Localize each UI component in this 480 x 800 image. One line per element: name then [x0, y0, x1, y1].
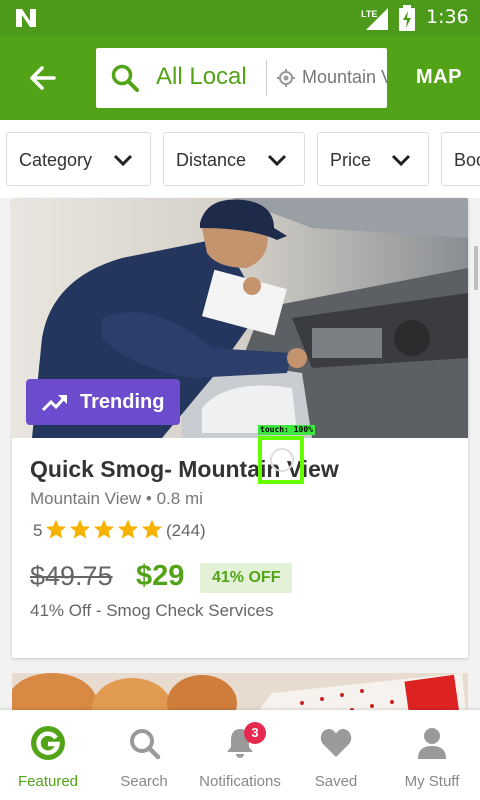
nav-my-stuff[interactable]: My Stuff [384, 710, 480, 800]
deal-description: 41% Off - Smog Check Services [30, 601, 274, 620]
rating-count: (244) [166, 521, 206, 540]
rating-value: 5 [33, 521, 43, 540]
filter-bar: Category Distance Price Boo [0, 120, 480, 198]
nav-search[interactable]: Search [96, 710, 192, 800]
nav-label: Notifications [199, 773, 281, 790]
filter-label: Boo [454, 150, 480, 170]
location-target-icon [277, 69, 295, 87]
bottom-nav: Featured Search 3 Notifications Saved My… [0, 710, 480, 800]
star-rating-icon [46, 519, 162, 539]
heart-icon [320, 729, 352, 757]
chevron-down-icon [113, 154, 133, 167]
battery-charging-icon [399, 5, 415, 31]
chevron-down-icon [267, 154, 287, 167]
android-n-icon [16, 9, 36, 27]
back-arrow-icon[interactable] [24, 60, 60, 96]
touch-indicator [258, 436, 304, 484]
search-bar[interactable]: All Local Mountain View [96, 48, 387, 108]
location-input[interactable]: Mountain View [302, 67, 387, 88]
trending-badge: Trending [26, 379, 180, 425]
touch-ripple [270, 448, 294, 472]
map-button[interactable]: MAP [416, 66, 462, 89]
status-time: 1:36 [426, 6, 469, 28]
status-bar: LTE 1:36 [0, 0, 480, 36]
trending-label: Trending [80, 391, 165, 413]
app-header: All Local Mountain View MAP [0, 36, 480, 120]
search-icon [111, 64, 139, 92]
person-icon [418, 728, 446, 759]
search-divider [266, 60, 267, 96]
scrollbar-thumb[interactable] [474, 246, 478, 290]
groupon-g-icon [31, 726, 65, 760]
nav-label: My Stuff [404, 773, 460, 790]
nav-label: Featured [17, 773, 79, 790]
lte-signal-icon: LTE [361, 8, 388, 30]
sale-price: $29 [136, 560, 185, 592]
notification-badge: 3 [244, 722, 266, 744]
search-icon [130, 729, 161, 760]
nav-featured[interactable]: Featured [0, 710, 96, 800]
nav-notifications[interactable]: 3 Notifications [192, 710, 288, 800]
chevron-down-icon [391, 154, 411, 167]
deal-card[interactable]: Trending Quick Smog- Mountain View Mount… [12, 198, 468, 658]
trending-up-icon [42, 395, 67, 412]
filter-label: Distance [176, 150, 247, 170]
discount-badge: 41% OFF [200, 563, 293, 593]
deal-location: Mountain View • 0.8 mi [30, 489, 203, 508]
nav-label: Saved [314, 773, 358, 790]
filter-category[interactable]: Category [6, 132, 151, 186]
filter-label: Price [330, 150, 372, 170]
nav-label: Search [120, 773, 168, 790]
filter-price[interactable]: Price [317, 132, 429, 186]
search-query[interactable]: All Local [156, 63, 247, 91]
touch-indicator-label: touch: 100% [258, 425, 315, 435]
filter-distance[interactable]: Distance [163, 132, 305, 186]
nav-saved[interactable]: Saved [288, 710, 384, 800]
filter-more[interactable]: Boo [441, 132, 480, 186]
original-price: $49.75 [30, 561, 113, 591]
filter-label: Category [19, 150, 93, 170]
svg-text:LTE: LTE [361, 9, 377, 19]
